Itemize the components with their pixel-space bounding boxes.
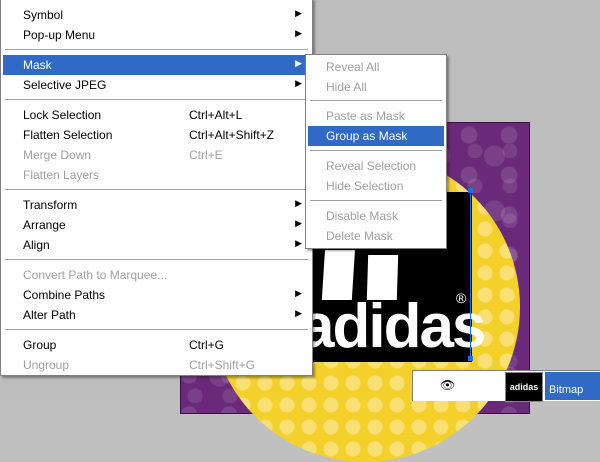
submenu-item-delete-mask: Delete Mask xyxy=(308,226,444,246)
submenu-arrow-icon: ▶ xyxy=(295,8,302,18)
menu-item-label: Symbol xyxy=(23,8,64,22)
submenu-arrow-icon: ▶ xyxy=(295,288,302,298)
menu-separator xyxy=(5,99,308,101)
submenu-arrow-icon: ▶ xyxy=(295,28,302,38)
submenu-item-group-as-mask[interactable]: Group as Mask xyxy=(308,126,444,146)
menu-item-label: Merge Down xyxy=(23,148,92,162)
menu-item-symbol[interactable]: Symbol ▶ xyxy=(3,5,310,25)
submenu-arrow-icon: ▶ xyxy=(295,238,302,248)
menu-item-merge-down: Merge Down Ctrl+E xyxy=(3,145,310,165)
menu-item-shortcut: Ctrl+G xyxy=(189,338,225,352)
menu-item-label: Lock Selection xyxy=(23,108,102,122)
menu-separator xyxy=(5,49,308,51)
menu-item-shortcut: Ctrl+E xyxy=(189,148,223,162)
submenu-arrow-icon: ▶ xyxy=(295,218,302,228)
selection-edge xyxy=(470,192,471,356)
menu-separator xyxy=(310,200,442,202)
menu-item-label: Mask xyxy=(23,58,52,72)
menu-separator xyxy=(310,150,442,152)
submenu-arrow-icon: ▶ xyxy=(295,308,302,318)
selection-handle-bottom[interactable] xyxy=(468,356,473,361)
submenu-item-reveal-all: Reveal All xyxy=(308,57,444,77)
submenu-arrow-icon: ▶ xyxy=(295,58,302,68)
menu-item-label: Transform xyxy=(23,198,78,212)
menu-item-flatten-selection[interactable]: Flatten Selection Ctrl+Alt+Shift+Z xyxy=(3,125,310,145)
menu-separator xyxy=(5,259,308,261)
menu-item-label: Combine Paths xyxy=(23,288,106,302)
menu-item-group[interactable]: Group Ctrl+G xyxy=(3,335,310,355)
submenu-arrow-icon: ▶ xyxy=(295,198,302,208)
menu-item-convert-path-to-marquee: Convert Path to Marquee... xyxy=(3,265,310,285)
menu-item-label: Pop-up Menu xyxy=(23,28,96,42)
submenu-item-paste-as-mask: Paste as Mask xyxy=(308,106,444,126)
menu-item-mask[interactable]: Mask ▶ xyxy=(3,55,310,75)
submenu-item-disable-mask: Disable Mask xyxy=(308,206,444,226)
submenu-item-reveal-selection: Reveal Selection xyxy=(308,156,444,176)
layer-name-label: Bitmap xyxy=(549,384,584,396)
menu-item-label: Hide All xyxy=(326,80,367,94)
menu-item-lock-selection[interactable]: Lock Selection Ctrl+Alt+L xyxy=(3,105,310,125)
menu-item-label: Reveal Selection xyxy=(326,159,417,173)
menu-separator xyxy=(5,329,308,331)
menu-item-label: Arrange xyxy=(23,218,66,232)
menu-item-combine-paths[interactable]: Combine Paths ▶ xyxy=(3,285,310,305)
menu-item-label: Group as Mask xyxy=(326,129,408,143)
menu-item-selective-jpeg[interactable]: Selective JPEG ▶ xyxy=(3,75,310,95)
submenu-item-hide-selection: Hide Selection xyxy=(308,176,444,196)
menu-item-alter-path[interactable]: Alter Path ▶ xyxy=(3,305,310,325)
eye-icon[interactable]: 👁 xyxy=(440,378,460,392)
menu-separator xyxy=(310,100,442,102)
menu-item-label: Delete Mask xyxy=(326,229,393,243)
menu-item-label: Disable Mask xyxy=(326,209,399,223)
menu-item-label: Reveal All xyxy=(326,60,380,74)
menu-separator xyxy=(5,189,308,191)
menu-item-label: Group xyxy=(23,338,57,352)
menu-item-shortcut: Ctrl+Alt+L xyxy=(189,108,243,122)
menu-item-shortcut: Ctrl+Alt+Shift+Z xyxy=(189,128,275,142)
submenu-item-hide-all: Hide All xyxy=(308,77,444,97)
context-menu: Symbol ▶ Pop-up Menu ▶ Mask ▶ Selective JPE… xyxy=(0,0,313,376)
menu-item-label: Ungroup xyxy=(23,358,70,372)
menu-item-arrange[interactable]: Arrange ▶ xyxy=(3,215,310,235)
menu-item-label: Convert Path to Marquee... xyxy=(23,268,168,282)
menu-item-align[interactable]: Align ▶ xyxy=(3,235,310,255)
selection-handle-top[interactable] xyxy=(468,188,473,193)
menu-item-ungroup: Ungroup Ctrl+Shift+G xyxy=(3,355,310,375)
menu-item-shortcut: Ctrl+Shift+G xyxy=(189,358,256,372)
submenu-arrow-icon: ▶ xyxy=(295,78,302,88)
registered-mark: ® xyxy=(456,290,467,306)
menu-item-label: Flatten Layers xyxy=(23,168,100,182)
layer-thumbnail: adidas xyxy=(505,372,543,402)
menu-item-label: Selective JPEG xyxy=(23,78,107,92)
menu-item-label: Align xyxy=(23,238,50,252)
menu-item-flatten-layers: Flatten Layers xyxy=(3,165,310,185)
menu-item-label: Paste as Mask xyxy=(326,109,405,123)
menu-item-label: Alter Path xyxy=(23,308,76,322)
menu-item-label: Hide Selection xyxy=(326,179,404,193)
menu-item-transform[interactable]: Transform ▶ xyxy=(3,195,310,215)
menu-item-label: Flatten Selection xyxy=(23,128,113,142)
menu-item-popup-menu[interactable]: Pop-up Menu ▶ xyxy=(3,25,310,45)
mask-submenu: Reveal All Hide All Paste as Mask Group … xyxy=(305,54,447,249)
